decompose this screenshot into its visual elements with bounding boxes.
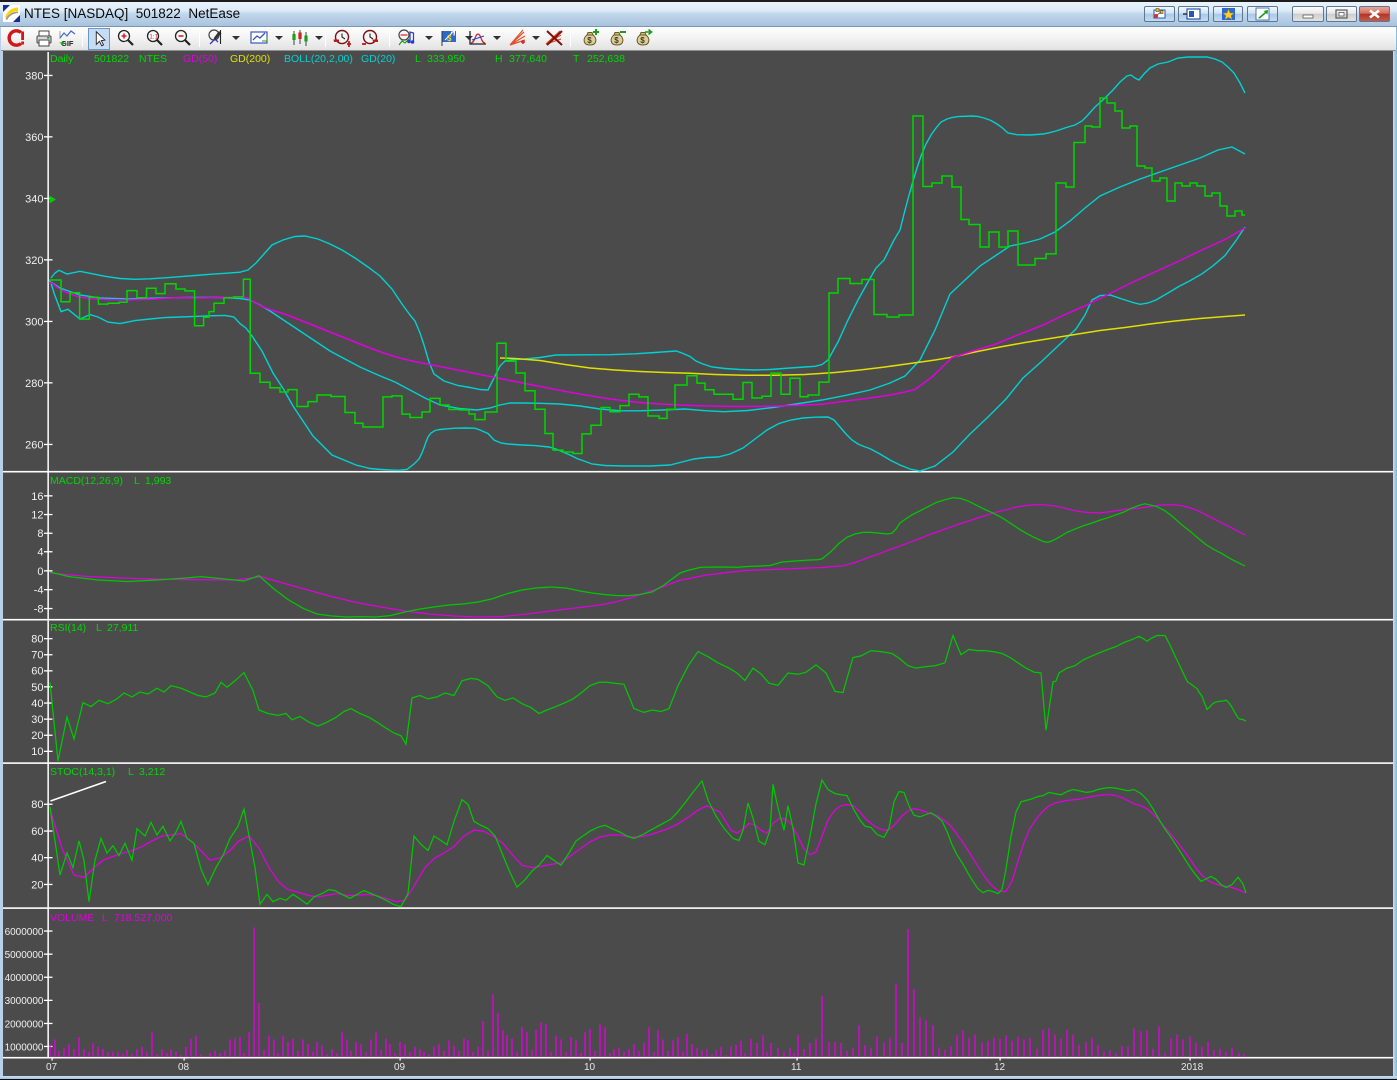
svg-text:252,638: 252,638 [587, 53, 625, 65]
svg-text:NTES: NTES [139, 53, 167, 65]
svg-text:08: 08 [178, 1062, 190, 1073]
svg-text:$: $ [640, 36, 645, 45]
svg-text:T: T [573, 53, 580, 65]
svg-text:2018: 2018 [1181, 1062, 1204, 1073]
svg-text:L: L [102, 912, 108, 924]
svg-text:Daily: Daily [50, 53, 74, 65]
svg-text:GD(20): GD(20) [361, 53, 395, 65]
svg-text:12: 12 [31, 509, 43, 521]
svg-text:30: 30 [31, 714, 43, 726]
svg-text:5000000: 5000000 [5, 950, 44, 961]
svg-text:$: $ [587, 36, 592, 45]
svg-text:09: 09 [394, 1062, 406, 1073]
svg-text:300: 300 [25, 316, 43, 328]
svg-text:MACD(12,26,9): MACD(12,26,9) [50, 475, 123, 487]
svg-text:RSI(14): RSI(14) [50, 622, 86, 634]
svg-text:718.527,000: 718.527,000 [114, 912, 173, 924]
svg-text:80: 80 [31, 634, 43, 646]
svg-text:1,993: 1,993 [145, 475, 171, 487]
svg-text:20: 20 [31, 879, 43, 891]
svg-text:3000000: 3000000 [5, 996, 44, 1007]
svg-text:360: 360 [25, 132, 43, 144]
svg-text:8: 8 [37, 528, 43, 540]
svg-text:L: L [128, 766, 134, 778]
svg-text:2000000: 2000000 [5, 1019, 44, 1030]
svg-text:VOLUME: VOLUME [50, 912, 94, 924]
svg-text:260: 260 [25, 439, 43, 451]
svg-text:GD(200): GD(200) [230, 53, 270, 65]
svg-text:20: 20 [31, 730, 43, 742]
svg-text:12: 12 [994, 1062, 1006, 1073]
svg-text:L: L [415, 53, 421, 65]
svg-text:4000000: 4000000 [5, 973, 44, 984]
svg-text:10: 10 [584, 1062, 596, 1073]
svg-text:280: 280 [25, 378, 43, 390]
svg-text:4: 4 [37, 547, 43, 559]
svg-text:1000000: 1000000 [5, 1042, 44, 1053]
svg-text:60: 60 [31, 826, 43, 838]
svg-text:40: 40 [31, 698, 43, 710]
svg-text:3,212: 3,212 [139, 766, 165, 778]
svg-text:-4: -4 [34, 585, 44, 597]
svg-text:-8: -8 [34, 603, 44, 615]
svg-text:L: L [96, 622, 102, 634]
svg-text:70: 70 [31, 650, 43, 662]
svg-text:333,950: 333,950 [427, 53, 465, 65]
svg-text:0: 0 [37, 566, 43, 578]
svg-text:11: 11 [791, 1062, 802, 1073]
svg-text:27,911: 27,911 [107, 622, 138, 634]
svg-text:07: 07 [46, 1062, 58, 1073]
svg-text:10: 10 [31, 746, 43, 758]
svg-text:$: $ [614, 36, 619, 45]
svg-text:STOC(14,3,1): STOC(14,3,1) [50, 766, 115, 778]
svg-text:50: 50 [31, 682, 43, 694]
svg-text:$: $ [447, 34, 452, 43]
svg-text:1:1: 1:1 [149, 34, 158, 41]
svg-text:6000000: 6000000 [5, 927, 44, 938]
svg-text:380: 380 [25, 70, 43, 82]
svg-text:60: 60 [31, 666, 43, 678]
svg-text:H: H [495, 53, 503, 65]
svg-text:BOLL(20,2,00): BOLL(20,2,00) [284, 53, 353, 65]
svg-text:40: 40 [31, 853, 43, 865]
svg-text:16: 16 [31, 491, 43, 503]
svg-text:501822: 501822 [94, 53, 129, 65]
svg-text:L: L [134, 475, 140, 487]
svg-text:80: 80 [31, 799, 43, 811]
svg-text:377,640: 377,640 [509, 53, 547, 65]
svg-text:320: 320 [25, 255, 43, 267]
svg-text:340: 340 [25, 193, 43, 205]
svg-text:GD(50): GD(50) [183, 53, 217, 65]
